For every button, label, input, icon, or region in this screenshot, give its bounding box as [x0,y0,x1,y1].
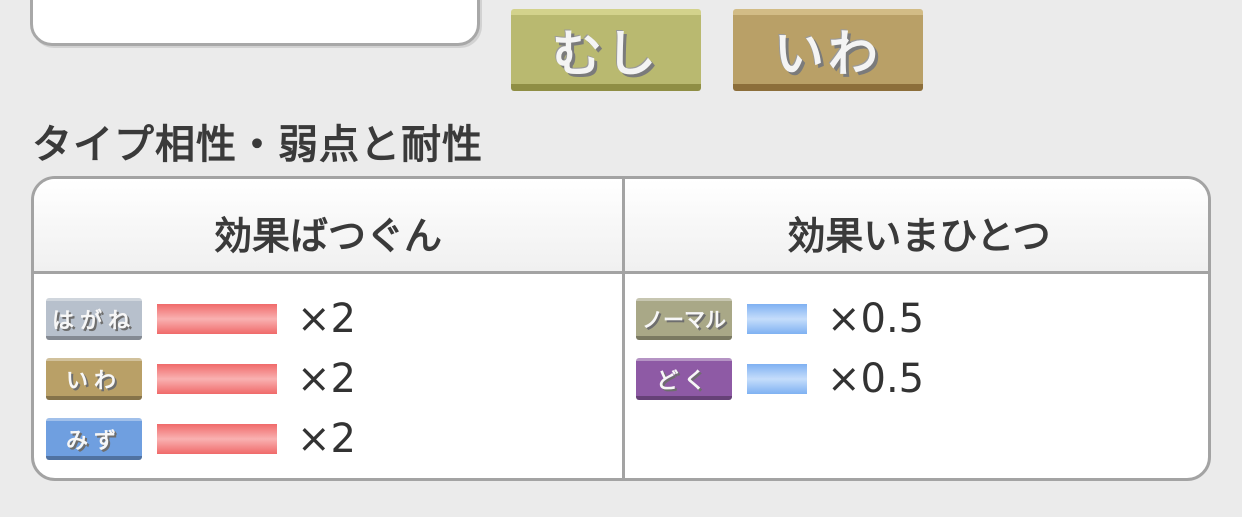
weakness-row: はがね ×2 [46,294,356,344]
table-header: 効果ばつぐん 効果いまひとつ [34,179,1208,274]
type-badge-water[interactable]: みず [46,418,142,460]
multiplier-text: ×0.5 [827,356,925,402]
weakness-bar [157,364,277,394]
weakness-row: いわ ×2 [46,354,356,404]
weakness-header: 効果ばつぐん [213,214,442,258]
weakness-bar [157,304,277,334]
weakness-row: みず ×2 [46,414,356,464]
type-badge-bug[interactable]: むし [511,9,701,91]
type-badge-rock[interactable]: いわ [733,9,923,91]
resistance-header: 効果いまひとつ [787,214,1051,258]
type-badge-normal[interactable]: ノーマル [636,298,732,340]
info-card [30,0,480,46]
type-matchup-table: 効果ばつぐん 効果いまひとつ はがね ×2 いわ ×2 みず ×2 ノーマル ×… [31,176,1211,481]
multiplier-text: ×2 [297,296,356,342]
multiplier-text: ×2 [297,416,356,462]
type-badge-rock[interactable]: いわ [46,358,142,400]
resistance-row: どく ×0.5 [636,354,924,404]
section-title: タイプ相性・弱点と耐性 [32,122,483,168]
resistance-row: ノーマル ×0.5 [636,294,924,344]
multiplier-text: ×2 [297,356,356,402]
type-badge-steel[interactable]: はがね [46,298,142,340]
resistance-bar [747,304,807,334]
weakness-bar [157,424,277,454]
column-divider [622,179,625,478]
type-matchup-page: むし いわ タイプ相性・弱点と耐性 効果ばつぐん 効果いまひとつ はがね ×2 … [0,0,1242,517]
resistance-bar [747,364,807,394]
multiplier-text: ×0.5 [827,296,925,342]
type-badge-poison[interactable]: どく [636,358,732,400]
